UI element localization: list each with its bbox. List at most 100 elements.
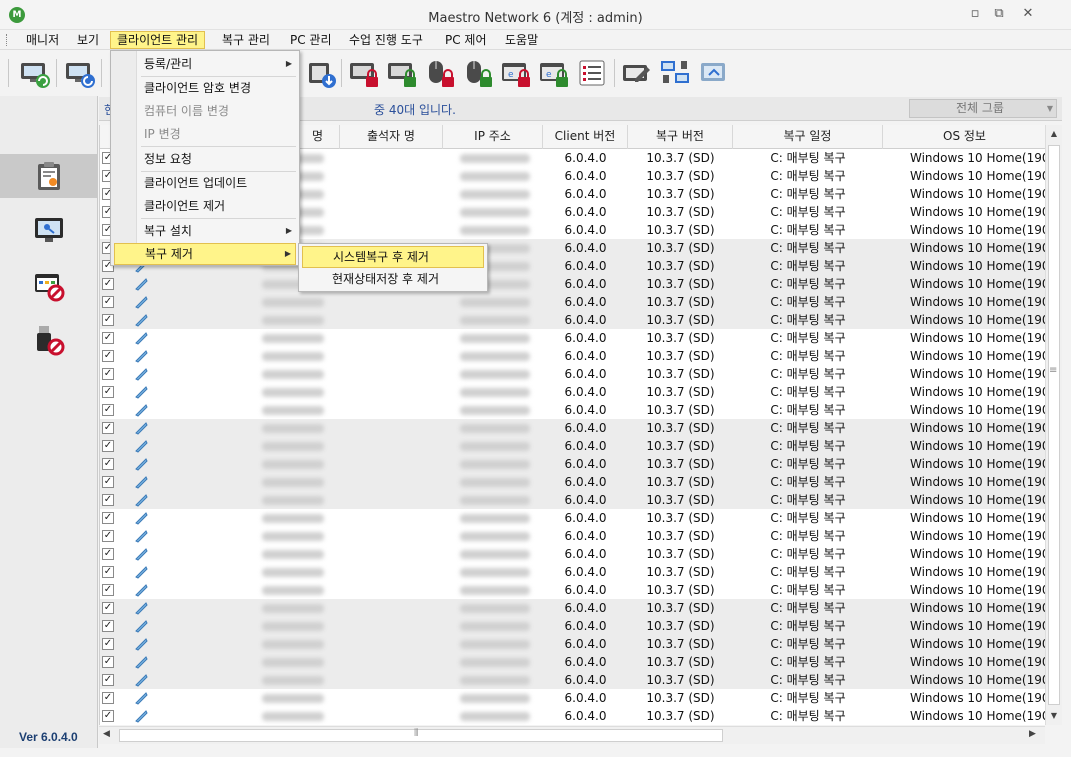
row-checkbox[interactable]: ✓ [102, 548, 114, 560]
monitor-download-icon[interactable] [305, 57, 337, 89]
client-list-icon[interactable] [0, 154, 98, 198]
row-checkbox[interactable]: ✓ [102, 620, 114, 632]
menu-item-save-state-then-remove[interactable]: 현재상태저장 후 제거 [302, 268, 484, 290]
col-recovery-version[interactable]: 복구 버전 [628, 125, 733, 149]
row-checkbox[interactable]: ✓ [102, 638, 114, 650]
internet-lock-green-icon[interactable]: e [538, 57, 570, 89]
horizontal-scroll-thumb[interactable] [119, 729, 723, 742]
checklist-icon[interactable] [576, 57, 608, 89]
table-row[interactable]: ✓ 6.0.4.0 10.3.7 (SD) C: 매부팅 복구 Windows 10 H… [100, 653, 1045, 671]
menu-item-register-manage[interactable]: 등록/관리 ▶ [114, 53, 296, 75]
col-ip-address[interactable]: IP 주소 [443, 125, 543, 149]
col-attendee-name[interactable]: 출석자 명 [340, 125, 443, 149]
table-row[interactable]: ✓ 6.0.4.0 10.3.7 (SD) C: 매부팅 복구 Windows 10 H… [100, 545, 1045, 563]
row-checkbox[interactable]: ✓ [102, 602, 114, 614]
row-checkbox[interactable]: ✓ [102, 314, 114, 326]
menu-recovery-management[interactable]: 복구 관리 [216, 31, 276, 49]
network-computers-icon[interactable] [659, 57, 691, 89]
row-checkbox[interactable]: ✓ [102, 476, 114, 488]
table-row[interactable]: ✓ 6.0.4.0 10.3.7 (SD) C: 매부팅 복구 Windows 10 H… [100, 671, 1045, 689]
row-checkbox[interactable]: ✓ [102, 422, 114, 434]
table-row[interactable]: ✓ 6.0.4.0 10.3.7 (SD) C: 매부팅 복구 Windows 10 H… [100, 491, 1045, 509]
group-select[interactable]: 전체 그룹 ▼ [909, 99, 1057, 118]
program-block-icon[interactable] [0, 264, 98, 308]
table-row[interactable]: ✓ 6.0.4.0 10.3.7 (SD) C: 매부팅 복구 Windows 10 H… [100, 617, 1045, 635]
menu-pc-management[interactable]: PC 관리 [284, 31, 338, 49]
close-button[interactable]: ✕ [1019, 6, 1037, 21]
row-checkbox[interactable]: ✓ [102, 584, 114, 596]
menu-item-update-client[interactable]: 클라이언트 업데이트 [114, 172, 296, 194]
row-checkbox[interactable]: ✓ [102, 494, 114, 506]
table-row[interactable]: ✓ 6.0.4.0 10.3.7 (SD) C: 매부팅 복구 Windows 10 H… [100, 689, 1045, 707]
remote-transfer-icon[interactable] [697, 57, 729, 89]
table-row[interactable]: ✓ 6.0.4.0 10.3.7 (SD) C: 매부팅 복구 Windows 10 H… [100, 419, 1045, 437]
edit-monitor-icon[interactable] [621, 57, 653, 89]
table-row[interactable]: ✓ 6.0.4.0 10.3.7 (SD) C: 매부팅 복구 Windows 10 H… [100, 563, 1045, 581]
row-checkbox[interactable]: ✓ [102, 386, 114, 398]
mouse-lock-red-icon[interactable] [424, 57, 456, 89]
menu-item-remove-client[interactable]: 클라이언트 제거 [114, 195, 296, 217]
row-checkbox[interactable]: ✓ [102, 458, 114, 470]
menu-view[interactable]: 보기 [71, 31, 105, 49]
table-row[interactable]: ✓ 6.0.4.0 10.3.7 (SD) C: 매부팅 복구 Windows 10 H… [100, 437, 1045, 455]
menu-item-remove-recovery[interactable]: 복구 제거 ▶ [114, 243, 296, 265]
table-row[interactable]: ✓ 6.0.4.0 10.3.7 (SD) C: 매부팅 복구 Windows 10 H… [100, 473, 1045, 491]
row-checkbox[interactable]: ✓ [102, 656, 114, 668]
monitor-restore-icon[interactable] [64, 57, 96, 89]
table-row[interactable]: ✓ 6.0.4.0 10.3.7 (SD) C: 매부팅 복구 Windows 10 H… [100, 275, 1045, 293]
table-row[interactable]: ✓ 6.0.4.0 10.3.7 (SD) C: 매부팅 복구 Windows 10 H… [100, 707, 1045, 725]
scroll-right-icon[interactable]: ▶ [1029, 729, 1036, 739]
row-checkbox[interactable]: ✓ [102, 296, 114, 308]
minimize-button[interactable]: ▫ [966, 6, 984, 21]
scroll-down-icon[interactable]: ▼ [1048, 711, 1060, 720]
table-row[interactable]: ✓ 6.0.4.0 10.3.7 (SD) C: 매부팅 복구 Windows 10 H… [100, 293, 1045, 311]
table-row[interactable]: ✓ 6.0.4.0 10.3.7 (SD) C: 매부팅 복구 Windows 10 H… [100, 527, 1045, 545]
table-row[interactable]: ✓ 6.0.4.0 10.3.7 (SD) C: 매부팅 복구 Windows 10 H… [100, 581, 1045, 599]
menu-class-tools[interactable]: 수업 진행 도구 [343, 31, 429, 49]
menu-item-restore-then-remove[interactable]: 시스템복구 후 제거 [302, 246, 484, 268]
scroll-up-icon[interactable]: ▲ [1048, 129, 1060, 138]
table-row[interactable]: ✓ 6.0.4.0 10.3.7 (SD) C: 매부팅 복구 Windows 10 H… [100, 347, 1045, 365]
table-row[interactable]: ✓ 6.0.4.0 10.3.7 (SD) C: 매부팅 복구 Windows 10 H… [100, 455, 1045, 473]
scroll-left-icon[interactable]: ◀ [103, 729, 110, 739]
col-recovery-schedule[interactable]: 복구 일정 [733, 125, 883, 149]
row-checkbox[interactable]: ✓ [102, 332, 114, 344]
horizontal-scrollbar[interactable]: ◀ ⦀ ▶ [99, 726, 1045, 744]
mouse-lock-green-icon[interactable] [462, 57, 494, 89]
menu-item-change-client-password[interactable]: 클라이언트 암호 변경 [114, 77, 296, 99]
table-row[interactable]: ✓ 6.0.4.0 10.3.7 (SD) C: 매부팅 복구 Windows 10 H… [100, 311, 1045, 329]
table-row[interactable]: ✓ 6.0.4.0 10.3.7 (SD) C: 매부팅 복구 Windows 10 H… [100, 401, 1045, 419]
col-os-info[interactable]: OS 정보 [883, 125, 1045, 149]
col-client-version[interactable]: Client 버전 [543, 125, 628, 149]
row-checkbox[interactable]: ✓ [102, 404, 114, 416]
menu-item-install-recovery[interactable]: 복구 설치 ▶ [114, 220, 296, 242]
row-checkbox[interactable]: ✓ [102, 566, 114, 578]
monitor-refresh-icon[interactable] [19, 57, 51, 89]
table-row[interactable]: ✓ 6.0.4.0 10.3.7 (SD) C: 매부팅 복구 Windows 10 H… [100, 635, 1045, 653]
menu-item-request-info[interactable]: 정보 요청 [114, 148, 296, 170]
row-checkbox[interactable]: ✓ [102, 512, 114, 524]
row-checkbox[interactable]: ✓ [102, 278, 114, 290]
usb-block-icon[interactable] [0, 318, 98, 362]
table-row[interactable]: ✓ 6.0.4.0 10.3.7 (SD) C: 매부팅 복구 Windows 10 H… [100, 599, 1045, 617]
table-row[interactable]: ✓ 6.0.4.0 10.3.7 (SD) C: 매부팅 복구 Windows 10 H… [100, 509, 1045, 527]
internet-lock-red-icon[interactable]: e [500, 57, 532, 89]
vertical-scroll-thumb[interactable] [1048, 145, 1060, 705]
table-row[interactable]: ✓ 6.0.4.0 10.3.7 (SD) C: 매부팅 복구 Windows 10 H… [100, 383, 1045, 401]
row-checkbox[interactable]: ✓ [102, 692, 114, 704]
row-checkbox[interactable]: ✓ [102, 350, 114, 362]
row-checkbox[interactable]: ✓ [102, 710, 114, 722]
monitor-lock-green-icon[interactable] [386, 57, 418, 89]
monitor-lock-red-icon[interactable] [348, 57, 380, 89]
row-checkbox[interactable]: ✓ [102, 674, 114, 686]
row-checkbox[interactable]: ✓ [102, 440, 114, 452]
monitor-search-icon[interactable] [0, 208, 98, 252]
row-checkbox[interactable]: ✓ [102, 368, 114, 380]
menu-help[interactable]: 도움말 [499, 31, 544, 49]
row-checkbox[interactable]: ✓ [102, 530, 114, 542]
menu-pc-control[interactable]: PC 제어 [439, 31, 493, 49]
menu-manager[interactable]: 매니저 [20, 31, 65, 49]
restore-button[interactable]: ⧉ [990, 6, 1008, 21]
table-row[interactable]: ✓ 6.0.4.0 10.3.7 (SD) C: 매부팅 복구 Windows 10 H… [100, 329, 1045, 347]
vertical-scrollbar[interactable]: ▲ ≡ ▼ [1045, 125, 1062, 725]
